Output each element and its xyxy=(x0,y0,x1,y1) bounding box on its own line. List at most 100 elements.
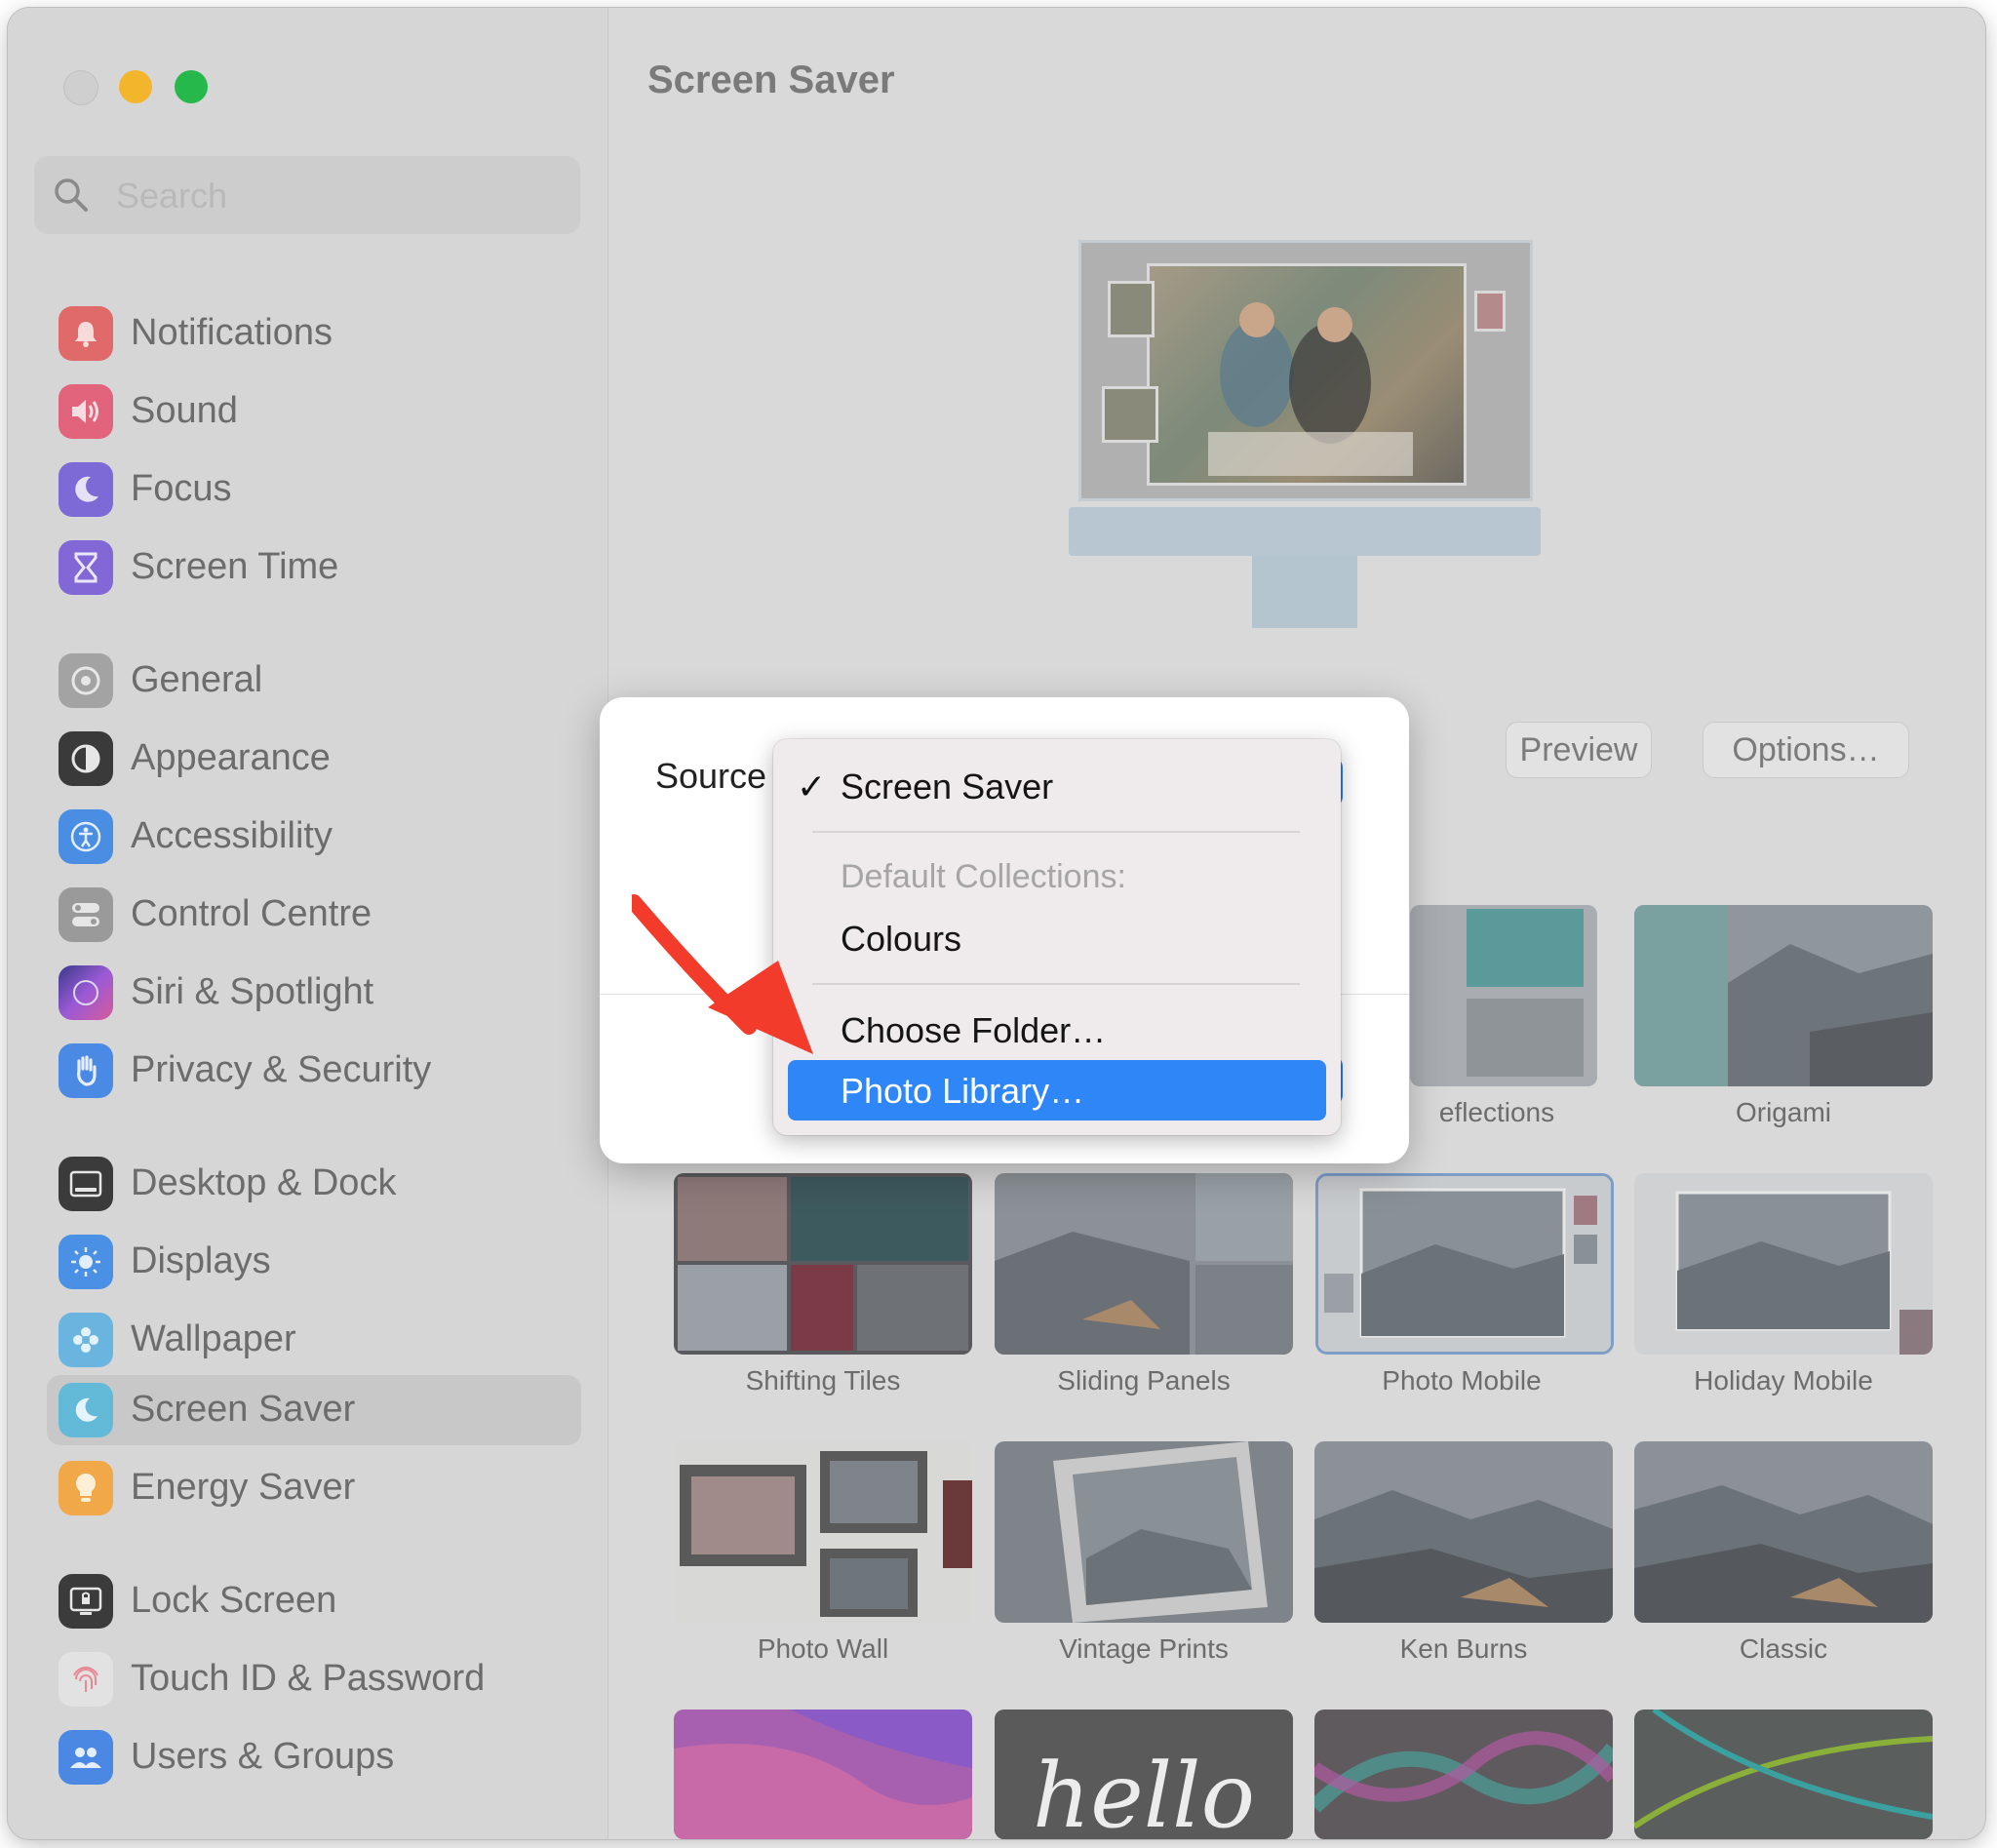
moon-icon xyxy=(59,462,113,517)
thumbnail-vintage-prints[interactable] xyxy=(995,1441,1293,1623)
sidebar-item-label: Screen Saver xyxy=(131,1389,356,1430)
sidebar-item-label: Desktop & Dock xyxy=(131,1162,397,1203)
siri-icon xyxy=(59,965,113,1020)
sidebar-item-appearance[interactable]: Appearance xyxy=(47,724,581,794)
sun-icon xyxy=(59,1235,113,1289)
preview-button[interactable]: Preview xyxy=(1506,722,1652,778)
search-field[interactable]: Search xyxy=(34,156,580,234)
menu-separator xyxy=(812,983,1300,985)
sidebar-item-sound[interactable]: Sound xyxy=(47,376,581,447)
search-icon xyxy=(55,178,88,212)
sidebar-item-label: Privacy & Security xyxy=(131,1049,432,1090)
thumbnail-origami[interactable] xyxy=(1634,905,1933,1086)
annotation-arrow-icon xyxy=(632,894,813,1054)
sidebar-item-desktop-dock[interactable]: Desktop & Dock xyxy=(47,1149,581,1219)
sidebar-item-label: Energy Saver xyxy=(131,1467,356,1508)
menu-item-label: Photo Library… xyxy=(841,1071,1085,1111)
thumbnail-photo-wall[interactable] xyxy=(674,1441,972,1623)
thumbnail-sliding-panels[interactable] xyxy=(995,1173,1293,1355)
sidebar-item-label: Touch ID & Password xyxy=(131,1658,486,1699)
thumbnail-photo-mobile[interactable] xyxy=(1315,1173,1614,1355)
thumbnail-label: Classic xyxy=(1739,1633,1828,1664)
thumbnail-ken-burns[interactable] xyxy=(1314,1441,1613,1623)
hello-text: hello xyxy=(1033,1744,1255,1839)
menu-item-choose-folder[interactable]: Choose Folder… xyxy=(841,1010,1106,1051)
source-label: Source xyxy=(655,756,767,796)
search-placeholder: Search xyxy=(116,176,228,216)
monitor-stand xyxy=(1252,556,1357,628)
checkmark-icon: ✓ xyxy=(797,767,827,806)
sidebar-item-label: Lock Screen xyxy=(131,1580,337,1621)
preview-photo xyxy=(1147,263,1467,486)
sidebar-item-label: Displays xyxy=(131,1240,271,1281)
bell-icon xyxy=(59,306,113,361)
thumbnail-label: Photo Wall xyxy=(757,1633,889,1664)
thumbnail-label: Origami xyxy=(1735,1097,1831,1127)
bulb-icon xyxy=(59,1461,113,1515)
appearance-icon xyxy=(59,731,113,786)
sidebar-item-notifications[interactable]: Notifications xyxy=(47,298,581,369)
sidebar-item-label: Screen Time xyxy=(131,546,339,587)
sidebar-item-label: Appearance xyxy=(131,737,331,778)
dock-icon xyxy=(59,1157,113,1211)
speaker-icon xyxy=(59,384,113,439)
system-settings-window: Search Notifications Sound Focus Screen … xyxy=(8,8,1985,1839)
sidebar-item-wallpaper[interactable]: Wallpaper xyxy=(47,1305,581,1375)
thumbnail-flurry[interactable] xyxy=(1634,1710,1933,1839)
sidebar-item-displays[interactable]: Displays xyxy=(47,1227,581,1297)
menu-item-photo-library[interactable]: Photo Library… xyxy=(788,1060,1326,1121)
sidebar-item-label: Siri & Spotlight xyxy=(131,971,374,1012)
sidebar-item-label: Accessibility xyxy=(131,815,333,856)
menu-item-colours[interactable]: Colours xyxy=(841,919,961,960)
sidebar-item-touch-id-password[interactable]: Touch ID & Password xyxy=(47,1644,581,1714)
preview-photo-small xyxy=(1474,291,1506,332)
thumbnail-holiday-mobile[interactable] xyxy=(1634,1173,1933,1355)
sidebar-item-focus[interactable]: Focus xyxy=(47,454,581,525)
sidebar-item-screen-time[interactable]: Screen Time xyxy=(47,532,581,603)
sidebar-item-general[interactable]: General xyxy=(47,646,581,716)
thumbnail-label: Sliding Panels xyxy=(1057,1365,1231,1396)
sidebar: Search Notifications Sound Focus Screen … xyxy=(8,8,608,1839)
sidebar-item-control-centre[interactable]: Control Centre xyxy=(47,880,581,950)
close-button[interactable] xyxy=(63,70,98,105)
sidebar-item-energy-saver[interactable]: Energy Saver xyxy=(47,1453,581,1523)
options-button[interactable]: Options… xyxy=(1703,722,1909,778)
sidebar-item-label: General xyxy=(131,659,263,700)
preview-photo-small xyxy=(1102,386,1158,443)
menu-item-screen-saver[interactable]: Screen Saver xyxy=(841,767,1053,807)
sidebar-item-label: Focus xyxy=(131,468,232,509)
sidebar-item-privacy-security[interactable]: Privacy & Security xyxy=(47,1036,581,1106)
zoom-button[interactable] xyxy=(175,70,208,103)
thumbnail-monterey[interactable] xyxy=(674,1710,972,1839)
page-title: Screen Saver xyxy=(647,59,895,101)
thumbnail-label: Photo Mobile xyxy=(1382,1365,1542,1396)
users-icon xyxy=(59,1730,113,1785)
sidebar-item-label: Control Centre xyxy=(131,893,372,934)
menu-section-header: Default Collections: xyxy=(841,858,1126,895)
thumbnail-label: Holiday Mobile xyxy=(1694,1365,1873,1396)
thumbnail-reflections[interactable] xyxy=(1410,905,1597,1086)
screensaver-icon xyxy=(59,1383,113,1437)
sidebar-item-accessibility[interactable]: Accessibility xyxy=(47,802,581,872)
sidebar-item-siri-spotlight[interactable]: Siri & Spotlight xyxy=(47,958,581,1028)
toggles-icon xyxy=(59,887,113,942)
monitor-chin xyxy=(1069,507,1541,556)
background-page-right xyxy=(1987,0,1997,1848)
thumbnail-hello[interactable]: hello xyxy=(995,1710,1293,1839)
preview-photo-small xyxy=(1108,281,1155,337)
thumbnail-label: Vintage Prints xyxy=(1059,1633,1229,1664)
sidebar-item-label: Wallpaper xyxy=(131,1318,296,1359)
thumbnail-shifting-tiles[interactable] xyxy=(674,1173,972,1355)
sidebar-item-users-groups[interactable]: Users & Groups xyxy=(47,1722,581,1792)
thumbnail-drift[interactable] xyxy=(1314,1710,1613,1839)
sidebar-item-label: Sound xyxy=(131,390,238,431)
sidebar-item-screen-saver[interactable]: Screen Saver xyxy=(47,1375,581,1445)
menu-separator xyxy=(812,831,1300,833)
source-dropdown-menu: ✓ Screen Saver Default Collections: Colo… xyxy=(773,739,1341,1135)
flower-icon xyxy=(59,1313,113,1367)
lock-screen-icon xyxy=(59,1574,113,1629)
minimize-button[interactable] xyxy=(119,70,152,103)
accessibility-icon xyxy=(59,809,113,864)
thumbnail-classic[interactable] xyxy=(1634,1441,1933,1623)
sidebar-item-lock-screen[interactable]: Lock Screen xyxy=(47,1566,581,1636)
